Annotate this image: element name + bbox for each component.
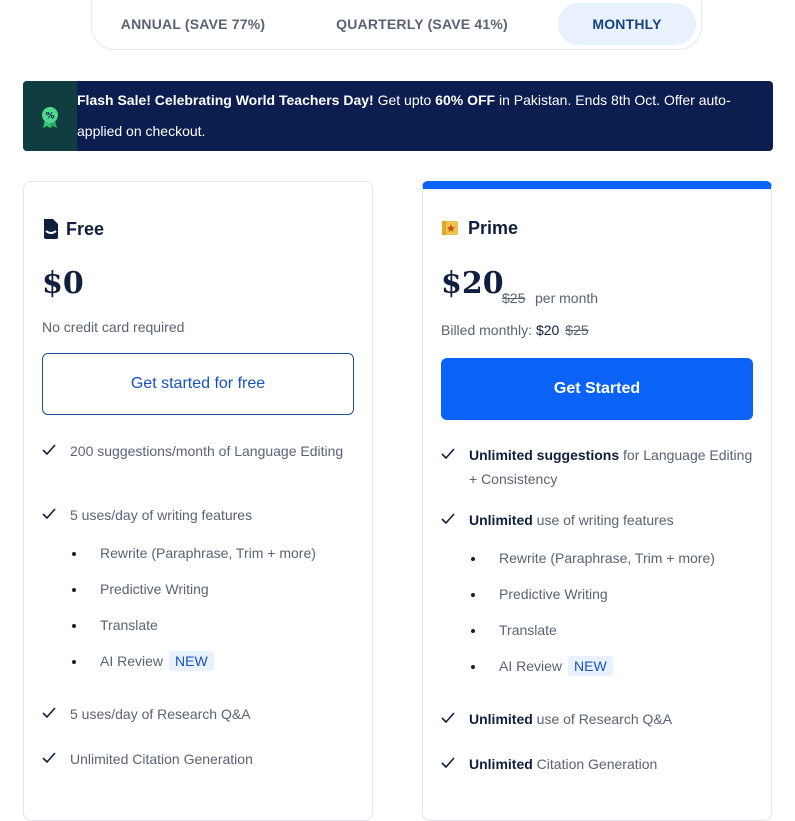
get-started-free-button[interactable]: Get started for free <box>42 353 354 415</box>
feature-text: 5 uses/day of writing features <box>70 507 253 523</box>
check-icon <box>42 508 56 520</box>
check-icon <box>441 712 455 724</box>
new-badge: NEW <box>568 656 613 676</box>
sub-feature-text: Predictive Writing <box>499 586 608 602</box>
banner-text: Flash Sale! Celebrating World Teachers D… <box>77 85 747 147</box>
flash-sale-banner: % Flash Sale! Celebrating World Teachers… <box>23 81 773 151</box>
banner-discount: 60% OFF <box>435 92 496 108</box>
feature-text: Unlimited suggestions for Language Editi… <box>469 443 761 491</box>
bullet-dot <box>72 624 76 628</box>
free-price: $0 <box>42 266 84 301</box>
billed-old-amount: $25 <box>565 322 589 338</box>
feature-item: Unlimited use of Research Q&A <box>441 707 761 731</box>
sub-feature-text: AI Review <box>499 658 563 674</box>
sub-feature-item: Translate <box>72 614 158 636</box>
feature-bold: Unlimited suggestions <box>469 447 620 463</box>
sub-feature-item: Translate <box>471 619 557 641</box>
prime-plan-card: Prime $20 $25 per month Billed monthly: … <box>422 181 772 821</box>
svg-text:%: % <box>45 112 54 122</box>
free-plan-heading: Free <box>42 218 104 240</box>
banner-title: Flash Sale! Celebrating World Teachers D… <box>77 92 374 108</box>
sub-feature-text: Translate <box>100 617 158 633</box>
free-price-note: No credit card required <box>42 319 185 335</box>
prime-plan-heading: Prime <box>441 217 518 239</box>
sub-feature-item: Predictive Writing <box>471 583 608 605</box>
feature-bold: Unlimited <box>469 711 533 727</box>
get-started-button[interactable]: Get Started <box>441 358 753 420</box>
feature-item: Unlimited Citation Generation <box>42 747 362 771</box>
free-plan-name: Free <box>66 218 105 239</box>
feature-text: 200 suggestions/month of Language Editin… <box>70 443 344 459</box>
feature-text: Unlimited Citation Generation <box>469 752 761 776</box>
feature-item: Unlimited suggestions for Language Editi… <box>441 443 761 491</box>
feature-rest: use of Research Q&A <box>532 711 673 727</box>
bullet-dot <box>72 588 76 592</box>
bullet-dot <box>72 552 76 556</box>
bullet-dot <box>471 593 475 597</box>
feature-bold: Unlimited <box>469 756 533 772</box>
feature-text: 5 uses/day of Research Q&A <box>70 706 251 722</box>
star-ticket-icon <box>442 221 458 235</box>
feature-text: Unlimited Citation Generation <box>70 751 253 767</box>
billed-label: Billed monthly: <box>441 322 536 338</box>
monthly-option[interactable]: MONTHLY <box>558 3 696 45</box>
billing-period-toggle: ANNUAL (SAVE 77%) QUARTERLY (SAVE 41%) M… <box>91 0 702 50</box>
sub-feature-item: Predictive Writing <box>72 578 209 600</box>
check-icon <box>42 444 56 456</box>
sub-feature-item: AI Review NEW <box>471 655 613 677</box>
feature-item: 5 uses/day of Research Q&A <box>42 702 362 726</box>
feature-text: Unlimited use of writing features <box>469 508 761 532</box>
prime-billing-note: Billed monthly: $20 $25 <box>441 322 589 338</box>
sub-feature-item: Rewrite (Paraphrase, Trim + more) <box>72 542 316 564</box>
sub-feature-text: Predictive Writing <box>100 581 209 597</box>
banner-text-before: Get upto <box>373 92 436 108</box>
check-icon <box>441 448 455 460</box>
billed-amount: $20 <box>535 322 560 338</box>
check-icon <box>441 513 455 525</box>
prime-price: $20 <box>441 266 504 301</box>
sub-feature-item: AI Review NEW <box>72 650 214 672</box>
feature-item: 200 suggestions/month of Language Editin… <box>42 439 362 463</box>
document-icon <box>44 219 58 239</box>
sub-feature-text: Translate <box>499 622 557 638</box>
new-badge: NEW <box>169 651 214 671</box>
feature-text: Unlimited use of Research Q&A <box>469 707 761 731</box>
feature-item: 5 uses/day of writing features <box>42 503 362 527</box>
annual-option[interactable]: ANNUAL (SAVE 77%) <box>104 3 282 45</box>
feature-bold: Unlimited <box>469 512 533 528</box>
discount-badge-icon: % <box>42 107 58 128</box>
quarterly-option[interactable]: QUARTERLY (SAVE 41%) <box>322 3 522 45</box>
prime-price-period: per month <box>535 290 599 306</box>
sub-feature-item: Rewrite (Paraphrase, Trim + more) <box>471 547 715 569</box>
feature-item: Unlimited use of writing features <box>441 508 761 532</box>
check-icon <box>42 707 56 719</box>
feature-item: Unlimited Citation Generation <box>441 752 761 776</box>
sub-feature-text: AI Review <box>100 653 164 669</box>
prime-old-price: $25 <box>502 290 526 306</box>
feature-rest: use of writing features <box>532 512 674 528</box>
bullet-dot <box>471 557 475 561</box>
bullet-dot <box>471 629 475 633</box>
free-plan-card: Free $0 No credit card required Get star… <box>23 181 373 821</box>
bullet-dot <box>471 665 475 669</box>
sub-feature-text: Rewrite (Paraphrase, Trim + more) <box>100 545 316 561</box>
sub-feature-text: Rewrite (Paraphrase, Trim + more) <box>499 550 715 566</box>
check-icon <box>42 752 56 764</box>
bullet-dot <box>72 660 76 664</box>
prime-plan-name: Prime <box>468 217 519 238</box>
feature-rest: Citation Generation <box>532 756 658 772</box>
check-icon <box>441 757 455 769</box>
